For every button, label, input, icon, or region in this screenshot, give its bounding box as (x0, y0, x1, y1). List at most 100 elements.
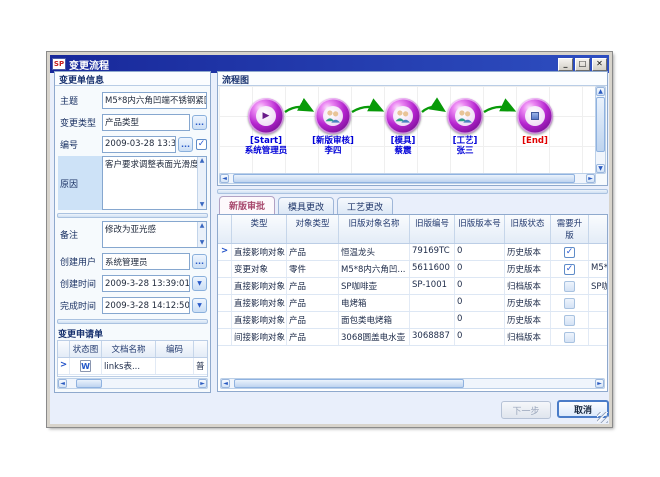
request-grid: 状态图文档名称编码 >Wlinks表...普 (57, 340, 208, 377)
column-header[interactable]: 旧版状态 (505, 215, 551, 243)
scroll-up-icon[interactable]: ▲ (596, 87, 605, 96)
column-header[interactable] (194, 341, 208, 357)
flow-canvas[interactable]: ▶[Start]系统管理员[新版审核]李四[模具]蔡震[工艺]张三[End] (219, 86, 596, 174)
flow-node-end[interactable] (517, 98, 553, 134)
number-input[interactable]: 2009-03-28 13:39:01 (102, 136, 176, 153)
cell: 3068圆盖电水壶 (339, 329, 410, 345)
upgrade-checkbox[interactable] (564, 315, 575, 326)
create-time-input[interactable]: 2009-3-28 13:39:01 (102, 275, 190, 292)
request-grid-hscrollbar[interactable]: ◄ ► (57, 378, 208, 389)
approval-grid-hscrollbar[interactable]: ◄ ► (220, 378, 605, 389)
cell (410, 312, 455, 328)
cell: 3068887 (410, 329, 455, 345)
scroll-track[interactable] (230, 379, 595, 388)
cell: 0 (455, 312, 505, 328)
flow-vscrollbar[interactable]: ▲ ▼ (595, 86, 606, 174)
create-time-dropdown-button[interactable]: ▼ (192, 276, 207, 291)
approval-grid: 类型对象类型旧版对象名称旧版编号旧版版本号旧版状态需要升版新版 >直接影响对象产… (217, 214, 608, 392)
scroll-left-icon[interactable]: ◄ (58, 379, 67, 388)
maximize-button[interactable]: □ (575, 58, 590, 71)
cell: 电烤箱 (339, 295, 410, 311)
field-reason: 原因 客户要求调整表面光滑度 ▲ ▼ (58, 156, 207, 210)
upgrade-checkbox[interactable]: ✓ (564, 264, 575, 275)
scroll-up-icon[interactable]: ▲ (198, 157, 206, 165)
scroll-thumb[interactable] (233, 174, 576, 183)
table-row[interactable]: 直接影响对象产品电烤箱0历史版本 (218, 295, 607, 312)
scroll-thumb[interactable] (596, 97, 605, 151)
flow-grid-splitter[interactable] (217, 189, 608, 194)
subject-input[interactable]: M5*8内六角凹端不锈钢紧固螺钉 (102, 92, 207, 109)
number-checkbox[interactable]: ✓ (196, 139, 207, 150)
flow-node-people[interactable] (315, 98, 351, 134)
change-type-browse-button[interactable]: ... (192, 115, 207, 130)
minimize-button[interactable]: _ (558, 58, 573, 71)
flow-hscrollbar[interactable]: ◄ ► (219, 173, 596, 184)
table-row[interactable]: >直接影响对象产品恒温龙头79169TC0历史版本✓ (218, 244, 607, 261)
new-name-cell: M5*8 (589, 261, 608, 277)
flow-node-people[interactable] (385, 98, 421, 134)
scroll-down-icon[interactable]: ▼ (596, 164, 605, 173)
scroll-track[interactable] (229, 174, 586, 183)
finish-time-dropdown-button[interactable]: ▼ (192, 298, 207, 313)
left-splitter-2[interactable] (57, 319, 208, 324)
scroll-up-icon[interactable]: ▲ (198, 222, 206, 230)
tab-3[interactable]: 工艺更改 (337, 197, 393, 214)
remark-scrollbar[interactable]: ▲ ▼ (197, 222, 206, 247)
change-type-input[interactable]: 产品类型 (102, 114, 190, 131)
table-row[interactable]: 间接影响对象产品3068圆盖电水壶30688870归档版本 (218, 329, 607, 346)
row-indicator: > (218, 244, 232, 260)
column-header[interactable]: 需要升版 (551, 215, 589, 243)
table-row[interactable]: 直接影响对象产品SP咖啡壶SP-10010归档版本SP咖 (218, 278, 607, 295)
scroll-right-icon[interactable]: ► (198, 379, 207, 388)
scroll-left-icon[interactable]: ◄ (220, 174, 229, 183)
create-user-input[interactable]: 系统管理员 (102, 253, 190, 270)
column-header[interactable]: 编码 (156, 341, 194, 357)
flow-panel-header: 流程图 (218, 72, 607, 86)
column-header[interactable]: 旧版对象名称 (339, 215, 410, 243)
column-header[interactable] (218, 215, 232, 243)
reason-scrollbar[interactable]: ▲ ▼ (197, 157, 206, 209)
column-header[interactable]: 类型 (232, 215, 287, 243)
number-browse-button[interactable]: ... (178, 137, 193, 152)
scroll-track[interactable] (67, 379, 198, 388)
cell: 0 (455, 278, 505, 294)
column-header[interactable]: 旧版版本号 (455, 215, 505, 243)
scroll-down-icon[interactable]: ▼ (198, 239, 206, 247)
finish-time-input[interactable]: 2009-3-28 14:12:50 (102, 297, 190, 314)
scroll-thumb[interactable] (76, 379, 102, 388)
table-row[interactable]: 变更对象零件M5*8内六角凹...56116000历史版本✓M5*8 (218, 261, 607, 278)
upgrade-checkbox[interactable] (564, 298, 575, 309)
scroll-right-icon[interactable]: ► (595, 379, 604, 388)
scroll-left-icon[interactable]: ◄ (221, 379, 230, 388)
reason-label: 原因 (58, 156, 102, 210)
remark-textarea[interactable]: 修改为亚光感 ▲ ▼ (102, 221, 207, 248)
reason-textarea[interactable]: 客户要求调整表面光滑度 ▲ ▼ (102, 156, 207, 210)
scroll-down-icon[interactable]: ▼ (198, 201, 206, 209)
upgrade-cell: ✓ (551, 244, 589, 260)
upgrade-checkbox[interactable] (564, 332, 575, 343)
column-header[interactable]: 新版 (589, 215, 608, 243)
resize-grip[interactable] (597, 412, 608, 423)
table-row[interactable]: 直接影响对象产品面包类电烤箱0历史版本 (218, 312, 607, 329)
create-user-browse-button[interactable]: ... (192, 254, 207, 269)
column-header[interactable]: 旧版编号 (410, 215, 455, 243)
left-splitter-1[interactable] (57, 213, 208, 218)
scroll-track[interactable] (596, 96, 605, 164)
flow-node-start[interactable]: ▶ (248, 98, 284, 134)
upgrade-checkbox[interactable] (564, 281, 575, 292)
column-header[interactable]: 对象类型 (287, 215, 339, 243)
scroll-right-icon[interactable]: ► (586, 174, 595, 183)
column-header[interactable]: 文档名称 (102, 341, 156, 357)
upgrade-checkbox[interactable]: ✓ (564, 247, 575, 258)
tab-1[interactable]: 新版审批 (219, 196, 275, 214)
close-button[interactable]: ✕ (592, 58, 607, 71)
scroll-thumb[interactable] (234, 379, 464, 388)
list-item[interactable]: >Wlinks表...普 (58, 358, 207, 375)
column-header[interactable]: 状态图 (70, 341, 102, 357)
flow-node-people[interactable] (447, 98, 483, 134)
field-number: 编号 2009-03-28 13:39:01 ... ✓ (58, 134, 207, 154)
tab-2[interactable]: 模具更改 (278, 197, 334, 214)
next-button[interactable]: 下一步 (501, 401, 551, 419)
column-header[interactable] (58, 341, 70, 357)
cell: 直接影响对象 (232, 278, 287, 294)
